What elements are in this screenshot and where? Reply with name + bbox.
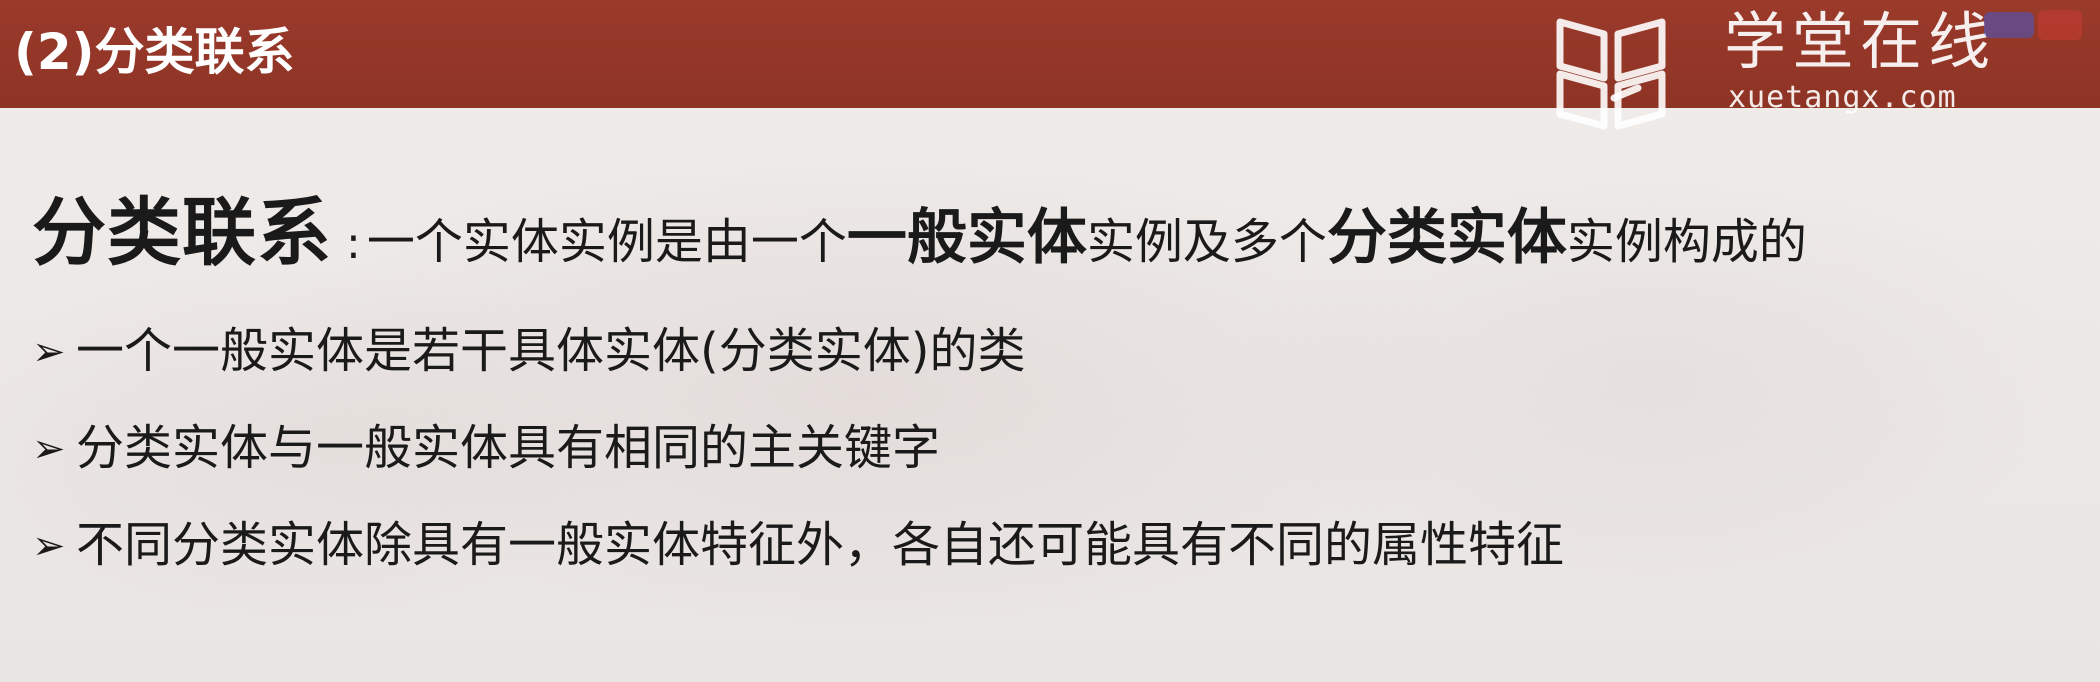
- watermark-url: xuetangx.com: [1728, 80, 1957, 115]
- definition-text: 实例: [1566, 214, 1663, 270]
- definition-text: 及多个: [1182, 214, 1327, 270]
- bullet-text: 分类实体与一般实体具有相同的主关键字: [76, 420, 941, 476]
- arrow-bullet-icon: ➢: [32, 329, 66, 375]
- emphasis-category-entity: 分类实体: [1326, 203, 1567, 273]
- watermark: 学堂在线 xuetangx.com: [1540, 0, 2100, 140]
- slide: (2)分类联系 学堂在线 xuetangx.com 分类联系: 一个实体实例是由一…: [0, 0, 2100, 682]
- corner-badge-icon: [1984, 10, 2082, 40]
- bullet-list: ➢ 一个一般实体是若干具体实体(分类实体)的类 ➢ 分类实体与一般实体具有相同的主关…: [32, 303, 2052, 594]
- bullet-text: 一个一般实体是若干具体实体(分类实体)的类: [76, 323, 1026, 379]
- arrow-bullet-icon: ➢: [32, 426, 66, 472]
- definition-separator: :: [346, 218, 361, 269]
- watermark-name: 学堂在线: [1724, 5, 1997, 78]
- bullet-text: 不同分类实体除具有一般实体特征外，各自还可能具有不同的属性特征: [76, 517, 1565, 573]
- definition-paragraph: 分类联系: 一个实体实例是由一个一般实体实例及多个分类实体实例构成的: [32, 178, 2052, 299]
- slide-title: (2)分类联系: [14, 23, 295, 81]
- list-item: ➢ 分类实体与一般实体具有相同的主关键字: [32, 400, 2052, 497]
- definition-term: 分类联系: [32, 190, 332, 276]
- definition-text: 一个实体实例是由一个: [366, 214, 847, 270]
- arrow-bullet-icon: ➢: [32, 523, 66, 569]
- definition-text: 实例: [1086, 214, 1183, 270]
- book-logo-icon: [1556, 18, 1666, 130]
- definition-text: 构成的: [1662, 214, 1807, 270]
- slide-body: 分类联系: 一个实体实例是由一个一般实体实例及多个分类实体实例构成的 ➢ 一个一般实…: [32, 178, 2052, 594]
- list-item: ➢ 不同分类实体除具有一般实体特征外，各自还可能具有不同的属性特征: [32, 497, 2052, 594]
- emphasis-general-entity: 一般实体: [846, 203, 1087, 273]
- list-item: ➢ 一个一般实体是若干具体实体(分类实体)的类: [32, 303, 2052, 400]
